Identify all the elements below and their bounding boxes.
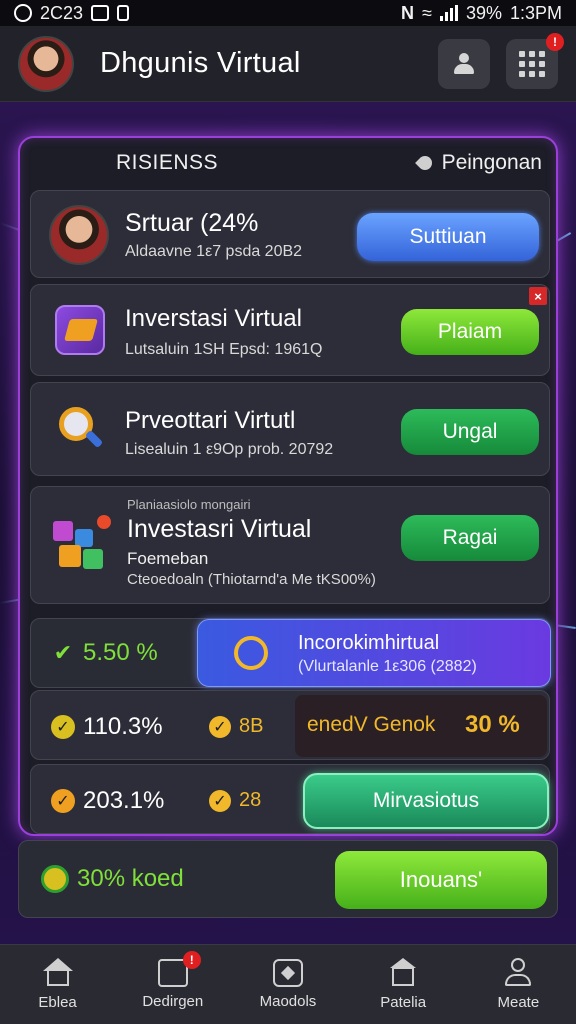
stat-coin: ✓ 8B: [209, 715, 263, 738]
record-icon: [14, 4, 32, 22]
page-title: Dhgunis Virtual: [100, 47, 301, 79]
nav-label: Eblea: [38, 994, 77, 1011]
investment-panel: RISIENSS Peingonan Srtuar (24% Aldaavne …: [18, 136, 558, 836]
card-investment-details: Planiaasiolo mongairi Investasri Virtual…: [30, 486, 550, 604]
card-action-button[interactable]: Ragai: [401, 515, 539, 561]
card-avatar: [49, 205, 109, 265]
check-icon: ✓: [51, 715, 75, 739]
nav-label: Meate: [497, 994, 540, 1011]
card-subtitle: Lutsaluin 1SH Epsd: 1961Q: [125, 341, 323, 358]
avatar[interactable]: [18, 35, 74, 92]
stats-row: ✔ 5.50 % Incorokimhirtual (Vlurtalanle 1…: [30, 618, 551, 688]
action-button[interactable]: Inouans': [335, 851, 547, 909]
stat-coin-text: 28: [239, 789, 262, 811]
status-bar: 2C23 N ≈ 39% 1:3PM: [0, 0, 576, 26]
stat-text: 30% koed: [77, 865, 184, 892]
nav-item-home[interactable]: Eblea: [8, 958, 108, 1011]
stat-text: 5.50 %: [83, 639, 158, 666]
card-small-header: Planiaasiolo mongairi: [127, 497, 251, 512]
panel-header: RISIENSS Peingonan: [20, 138, 556, 188]
card-line1: Foemeban: [127, 549, 209, 568]
coin-icon: ✓: [209, 789, 231, 812]
card-title: Srtuar (24%: [125, 209, 259, 237]
apps-menu-button[interactable]: !: [506, 32, 564, 89]
stat-text: 203.1%: [83, 787, 165, 814]
nav-label: Patelia: [380, 994, 427, 1011]
card-title: Prveottari Virtutl: [125, 407, 296, 434]
profile-button[interactable]: [438, 38, 490, 89]
pin-icon: [414, 153, 435, 173]
wifi-icon: ≈: [422, 2, 432, 23]
card-investment: Inverstasi Virtual Lutsaluin 1SH Epsd: 1…: [30, 284, 550, 376]
card-line2: Cteoedoaln (Thiotarnd'a Me tKS00%): [127, 571, 376, 588]
coin-icon: [41, 865, 69, 893]
card-action-button[interactable]: Plaiam: [401, 309, 539, 355]
notification-badge: !: [546, 32, 564, 51]
search-icon: [55, 403, 105, 453]
bottom-nav: Eblea ! Dedirgen Maodols Patelia Meate: [0, 944, 576, 1024]
app-header: Dhgunis Virtual !: [0, 26, 576, 102]
grid-icon: [519, 50, 545, 77]
panel-title: RISIENSS: [116, 151, 219, 174]
bonus-label: enedV Genok: [307, 713, 436, 736]
stat-coin: ✓ 28: [209, 789, 261, 812]
nav-badge: !: [182, 951, 201, 969]
card-action-button[interactable]: Ungal: [401, 409, 539, 455]
headset-icon: [234, 636, 268, 670]
bonus-box: enedV Genok 30 %: [295, 695, 547, 757]
stat-value: ✓ 203.1%: [51, 787, 164, 815]
profile-icon: [501, 958, 535, 988]
banner-title: Incorokimhirtual: [298, 632, 440, 654]
coin-icon: ✓: [209, 715, 231, 738]
modules-icon: [272, 959, 303, 987]
nav-item-modules[interactable]: Maodols: [238, 959, 338, 1010]
panel-right-action[interactable]: Peingonan: [414, 151, 542, 175]
stats-row: ✓ 203.1% ✓ 28 Mirvasiotus: [30, 764, 550, 834]
nav-item-calendar[interactable]: ! Dedirgen: [123, 951, 223, 1010]
check-icon: ✓: [51, 789, 75, 813]
stats-row: ✓ 110.3% ✓ 8B enedV Genok 30 %: [30, 690, 550, 760]
cashback-banner-button[interactable]: Incorokimhirtual (Vlurtalanle 1ε306 (288…: [197, 619, 551, 687]
bonus-value: 30 %: [465, 711, 520, 738]
store-icon: [386, 958, 420, 988]
image-icon: [91, 5, 110, 21]
stat-value: ✔ 5.50 %: [51, 639, 158, 667]
action-button[interactable]: Mirvasiotus: [303, 773, 549, 829]
nav-item-profile[interactable]: Meate: [468, 958, 568, 1011]
nav-item-store[interactable]: Patelia: [353, 958, 453, 1011]
card-title: Investasri Virtual: [127, 515, 312, 543]
sim-icon: [117, 5, 130, 21]
check-icon: ✔: [53, 640, 73, 665]
close-icon[interactable]: ×: [529, 287, 547, 305]
card-subtitle: Lisealuin 1 ε9Op prob. 20792: [125, 441, 334, 458]
stats-row: 30% koed Inouans': [18, 840, 558, 918]
stat-value: ✓ 110.3%: [51, 713, 163, 741]
home-icon: [41, 958, 75, 988]
stat-text: 110.3%: [83, 713, 163, 740]
panel-right-label: Peingonan: [441, 151, 542, 174]
status-time-left: 2C23: [40, 2, 84, 23]
card-title: Inverstasi Virtual: [125, 305, 302, 332]
card-featured: Srtuar (24% Aldaavne 1ε7 psda 20B2 Sutti…: [30, 190, 550, 278]
banner-subtitle: (Vlurtalanle 1ε306 (2882): [298, 658, 477, 675]
nav-label: Dedirgen: [142, 993, 204, 1010]
battery-label: 39%: [465, 2, 502, 23]
card-subtitle: Aldaavne 1ε7 psda 20B2: [125, 243, 303, 260]
blocks-icon: [51, 511, 113, 573]
nfc-icon: N: [401, 2, 415, 23]
nav-label: Maodols: [259, 993, 317, 1010]
stat-value: 30% koed: [41, 865, 184, 893]
card-action-button[interactable]: Suttiuan: [357, 213, 539, 261]
person-icon: [453, 52, 475, 75]
card-investment: Prveottari Virtutl Lisealuin 1 ε9Op prob…: [30, 382, 550, 476]
status-clock: 1:3PM: [509, 2, 562, 23]
signal-icon: [439, 5, 458, 21]
stat-coin-text: 8B: [239, 715, 264, 737]
invest-app-icon: [55, 305, 105, 355]
